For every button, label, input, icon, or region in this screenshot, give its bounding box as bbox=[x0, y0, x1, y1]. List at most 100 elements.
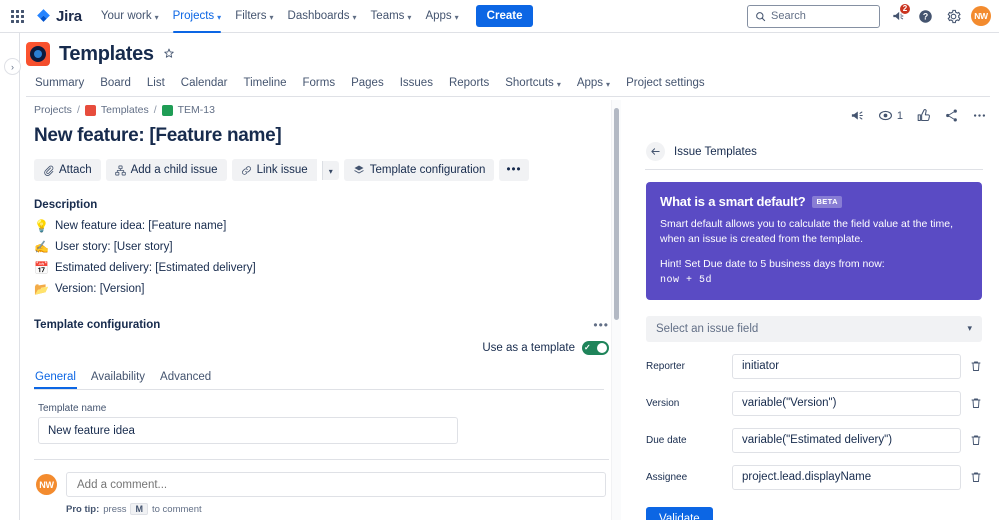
template-configuration-header: Template configuration ••• bbox=[34, 318, 609, 332]
create-button[interactable]: Create bbox=[475, 5, 534, 27]
description-text: Estimated delivery: [Estimated delivery] bbox=[54, 262, 256, 274]
chevron-down-icon: ▾ bbox=[967, 323, 972, 334]
breadcrumb-projects[interactable]: Projects bbox=[34, 104, 72, 116]
field-label: Assignee bbox=[646, 471, 688, 483]
share-button[interactable] bbox=[944, 108, 959, 123]
nav-item-apps[interactable]: Apps ▾ bbox=[418, 0, 465, 33]
tab-pages[interactable]: Pages bbox=[343, 72, 392, 96]
star-icon[interactable] bbox=[163, 47, 175, 62]
breadcrumb-separator: / bbox=[153, 104, 157, 116]
smart-card-code-sample: now + 5d bbox=[660, 274, 713, 286]
arrow-left-icon bbox=[651, 148, 660, 155]
delete-field-button[interactable] bbox=[969, 397, 982, 409]
help-button[interactable]: ? bbox=[915, 6, 936, 27]
field-row-due-date: Due date bbox=[646, 427, 982, 453]
issue-action-buttons: Attach Add a child issue Link issue ▾ Te… bbox=[34, 159, 617, 181]
breadcrumb-project[interactable]: Templates bbox=[101, 104, 149, 116]
tab-label: Forms bbox=[302, 77, 336, 89]
project-tab-bar: Summary Board List Calendar Timeline For… bbox=[26, 72, 990, 97]
pro-tip-label: Pro tip: bbox=[66, 503, 100, 515]
nav-item-teams[interactable]: Teams ▾ bbox=[364, 0, 419, 33]
nav-item-dashboards[interactable]: Dashboards ▾ bbox=[281, 0, 364, 33]
app-switcher-icon[interactable] bbox=[6, 5, 28, 27]
tab-list[interactable]: List bbox=[139, 72, 173, 96]
megaphone-icon bbox=[851, 111, 863, 120]
subtab-general[interactable]: General bbox=[34, 368, 77, 389]
tab-label: Apps bbox=[576, 77, 604, 89]
delete-field-button[interactable] bbox=[969, 360, 982, 372]
tab-board[interactable]: Board bbox=[92, 72, 139, 96]
panel-title: Issue Templates bbox=[674, 145, 757, 158]
button-label: Link issue bbox=[256, 164, 308, 176]
tab-shortcuts[interactable]: Shortcuts ▾ bbox=[497, 72, 569, 96]
assignee-value-input[interactable] bbox=[732, 464, 961, 490]
notifications-button[interactable]: 2 bbox=[887, 2, 911, 27]
template-configuration-more-button[interactable]: ••• bbox=[593, 318, 609, 332]
tab-calendar[interactable]: Calendar bbox=[173, 72, 236, 96]
version-value-input[interactable] bbox=[732, 390, 961, 416]
issue-field-select[interactable]: Select an issue field ▾ bbox=[646, 315, 982, 342]
chevron-down-icon: ▾ bbox=[606, 79, 611, 89]
issue-type-icon bbox=[161, 104, 173, 116]
reporter-value-input[interactable] bbox=[732, 353, 961, 379]
give-feedback-button[interactable] bbox=[850, 108, 865, 123]
calendar-icon: 📅 bbox=[34, 261, 49, 275]
chevron-down-icon: ▾ bbox=[154, 12, 159, 22]
template-configuration-button[interactable]: Template configuration bbox=[343, 159, 495, 181]
description-line: 📂 Version: [Version] bbox=[34, 283, 617, 295]
back-button[interactable] bbox=[646, 142, 665, 161]
use-as-template-toggle[interactable]: ✓ bbox=[582, 341, 609, 355]
chevron-down-icon: ▾ bbox=[269, 12, 274, 22]
search-input[interactable]: Search bbox=[747, 4, 880, 28]
chevron-down-icon: ▾ bbox=[407, 12, 412, 22]
comment-input[interactable] bbox=[66, 472, 606, 497]
field-label: Due date bbox=[646, 434, 687, 446]
thumbs-up-icon bbox=[917, 109, 930, 122]
tab-issues[interactable]: Issues bbox=[392, 72, 441, 96]
link-issue-dropdown-button[interactable]: ▾ bbox=[321, 160, 339, 180]
validate-button[interactable]: Validate bbox=[646, 506, 713, 520]
subtab-label: Availability bbox=[90, 371, 146, 383]
use-as-template-label: Use as a template bbox=[482, 342, 575, 354]
main-scrollbar-thumb[interactable] bbox=[614, 108, 619, 320]
paperclip-icon bbox=[44, 165, 54, 176]
add-child-issue-button[interactable]: Add a child issue bbox=[105, 159, 227, 181]
tab-forms[interactable]: Forms bbox=[295, 72, 344, 96]
gear-icon bbox=[947, 9, 961, 23]
notification-badge: 2 bbox=[899, 2, 911, 15]
template-name-input[interactable] bbox=[38, 417, 458, 444]
delete-field-button[interactable] bbox=[969, 471, 982, 483]
vote-button[interactable] bbox=[916, 108, 931, 123]
smart-default-info-card: What is a smart default? BETA Smart defa… bbox=[646, 182, 982, 300]
attach-button[interactable]: Attach bbox=[34, 159, 101, 181]
breadcrumb-issue-key[interactable]: TEM-13 bbox=[178, 104, 215, 116]
settings-button[interactable] bbox=[943, 6, 964, 27]
nav-item-filters[interactable]: Filters ▾ bbox=[228, 0, 280, 33]
subtab-availability[interactable]: Availability bbox=[90, 368, 146, 389]
due-date-value-input[interactable] bbox=[732, 427, 961, 453]
jira-home-logo[interactable]: Jira bbox=[35, 8, 82, 25]
subtab-advanced[interactable]: Advanced bbox=[159, 368, 212, 389]
watchers-button[interactable]: 1 bbox=[878, 108, 903, 123]
chevron-down-icon: ▾ bbox=[556, 79, 561, 89]
expand-sidebar-button[interactable]: › bbox=[4, 58, 21, 75]
tab-timeline[interactable]: Timeline bbox=[235, 72, 294, 96]
delete-field-button[interactable] bbox=[969, 434, 982, 446]
nav-item-your-work[interactable]: Your work ▾ bbox=[94, 0, 166, 33]
grid-dots-icon bbox=[10, 9, 24, 23]
description-text: Version: [Version] bbox=[54, 283, 145, 295]
tab-summary[interactable]: Summary bbox=[27, 72, 92, 96]
tab-project-settings[interactable]: Project settings bbox=[618, 72, 713, 96]
folder-icon: 📂 bbox=[34, 282, 49, 296]
tab-reports[interactable]: Reports bbox=[441, 72, 497, 96]
nav-item-projects[interactable]: Projects ▾ bbox=[166, 0, 229, 33]
breadcrumb: Projects / Templates / TEM-13 bbox=[26, 100, 617, 116]
beta-badge: BETA bbox=[812, 195, 842, 208]
user-avatar[interactable]: NW bbox=[971, 6, 991, 26]
field-row-reporter: Reporter bbox=[646, 353, 982, 379]
tab-apps[interactable]: Apps ▾ bbox=[569, 72, 618, 96]
tab-label: Board bbox=[100, 77, 131, 89]
issue-more-actions-button[interactable]: ••• bbox=[499, 159, 529, 181]
link-issue-button[interactable]: Link issue bbox=[231, 159, 317, 181]
more-options-button[interactable] bbox=[972, 108, 987, 123]
